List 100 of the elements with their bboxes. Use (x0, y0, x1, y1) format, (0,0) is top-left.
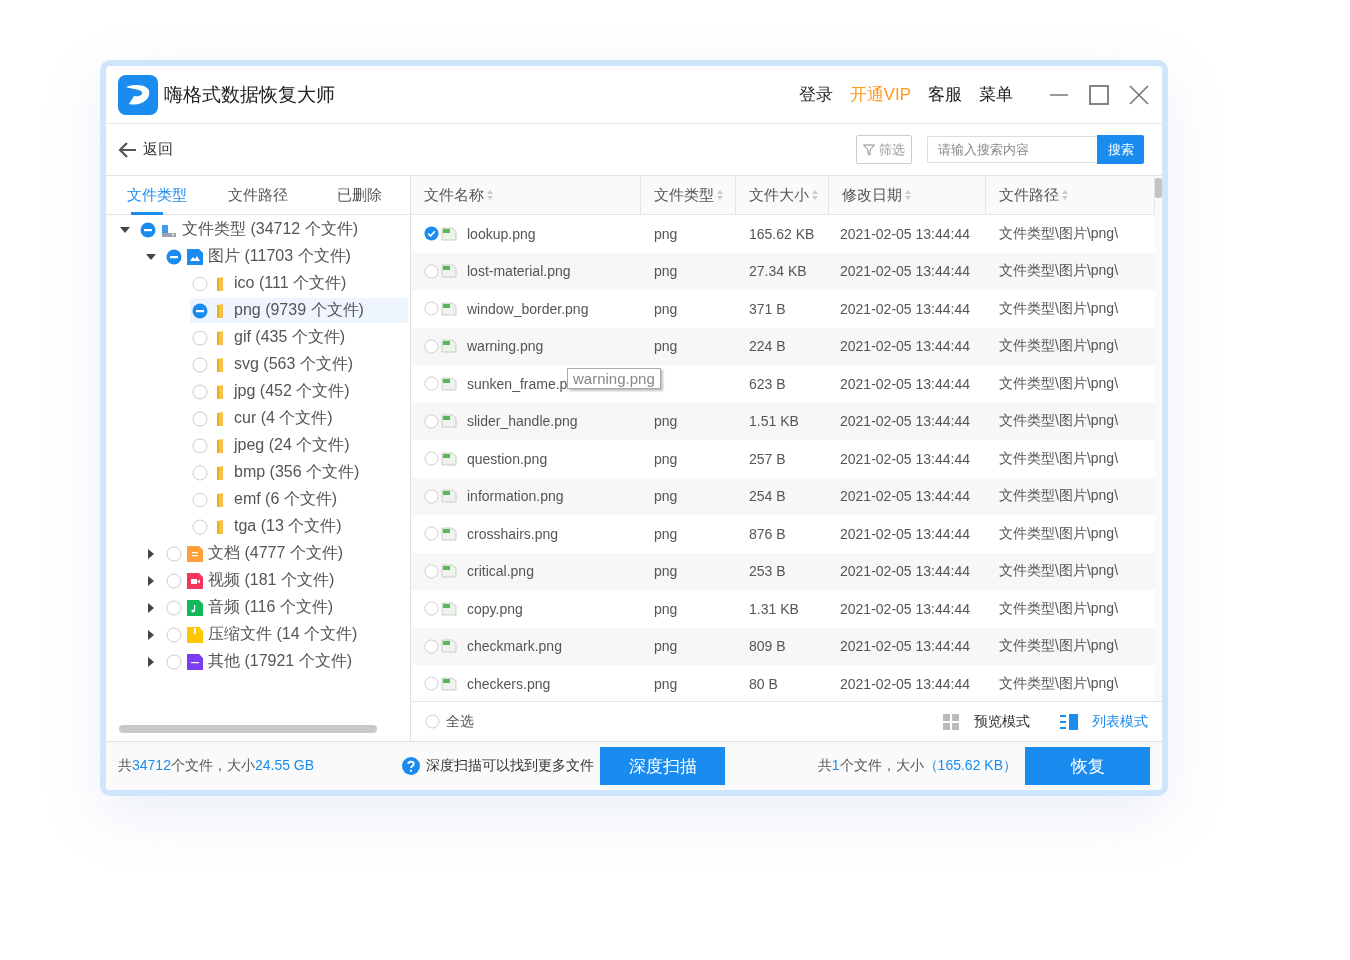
checkbox[interactable] (192, 491, 208, 508)
tree-item[interactable]: svg (563 个文件) (190, 352, 408, 377)
tree-item[interactable]: 文件类型 (34712 个文件) (138, 217, 408, 242)
checkbox[interactable] (192, 329, 208, 346)
checkbox[interactable] (424, 638, 439, 654)
tree-item[interactable]: png (9739 个文件) (190, 298, 408, 323)
checkbox[interactable] (424, 451, 439, 467)
menu-link[interactable]: 登录 (798, 83, 833, 106)
sort-icon[interactable] (487, 189, 493, 201)
expand-arrow-icon[interactable] (146, 548, 156, 559)
checkbox[interactable] (166, 545, 182, 562)
expand-arrow-icon[interactable] (146, 602, 156, 613)
checkbox[interactable] (424, 301, 439, 317)
sidebar-tab[interactable]: 已删除 (308, 176, 410, 214)
menu-link[interactable]: 菜单 (979, 83, 1013, 106)
sidebar-tab[interactable]: 文件路径 (207, 176, 309, 214)
checkbox[interactable] (424, 338, 439, 354)
scrollbar[interactable] (119, 725, 377, 733)
list-mode-button[interactable]: 列表模式 (1060, 712, 1148, 731)
collapse-arrow-icon[interactable] (120, 224, 130, 235)
checkbox[interactable] (424, 376, 439, 392)
checkbox[interactable] (166, 599, 182, 616)
file-name: lookup.png (467, 225, 536, 242)
sort-icon[interactable] (812, 189, 818, 201)
file-path: 文件类型\图片\png\ (999, 599, 1119, 618)
checkbox[interactable] (166, 572, 182, 589)
expand-arrow-icon[interactable] (146, 656, 156, 667)
expand-arrow-icon[interactable] (146, 575, 156, 586)
image-file-icon (441, 414, 457, 429)
checkbox[interactable] (192, 383, 208, 400)
file-name: sunken_frame.p (467, 375, 568, 392)
partial-checkbox[interactable] (192, 302, 208, 319)
checkbox[interactable] (192, 410, 208, 427)
tree-item[interactable]: 视频 (181 个文件) (164, 568, 408, 593)
other-file-icon (187, 653, 203, 670)
tree-item[interactable]: bmp (356 个文件) (190, 460, 408, 485)
tree-item[interactable]: ico (111 个文件) (190, 271, 408, 296)
file-size: 165.62 KB (749, 225, 815, 242)
image-file-icon (441, 601, 457, 616)
select-all-checkbox[interactable]: 全选 (425, 712, 474, 731)
tree-item[interactable]: gif (435 个文件) (190, 325, 408, 350)
tree-item[interactable]: jpeg (24 个文件) (190, 433, 408, 458)
preview-mode-button[interactable]: 预览模式 (942, 712, 1030, 731)
file-size: 224 B (749, 338, 786, 355)
tree-item[interactable]: jpg (452 个文件) (190, 379, 408, 404)
help-icon (402, 757, 421, 775)
sort-icon[interactable] (905, 189, 911, 201)
expand-arrow-icon[interactable] (146, 629, 156, 640)
tree-item[interactable]: 压缩文件 (14 个文件) (164, 622, 408, 647)
checkbox[interactable] (192, 275, 208, 292)
column-header[interactable]: 文件类型 (641, 176, 736, 214)
partial-checkbox[interactable] (140, 221, 156, 238)
image-file-icon (441, 339, 457, 354)
checkbox[interactable] (424, 526, 439, 542)
tree-item[interactable]: 音频 (116 个文件) (164, 595, 408, 620)
checkbox[interactable] (424, 413, 439, 429)
file-size: 371 B (749, 300, 786, 317)
maximize-icon[interactable] (1088, 83, 1110, 106)
file-size: 1.51 KB (749, 413, 799, 430)
sort-icon[interactable] (717, 189, 723, 201)
file-size: 253 B (749, 563, 786, 580)
checkbox[interactable] (424, 563, 439, 579)
column-header[interactable]: 文件名称 (411, 176, 641, 214)
checkbox[interactable] (166, 626, 182, 643)
sidebar-tab[interactable]: 文件类型 (106, 176, 208, 214)
checkbox[interactable] (424, 488, 439, 504)
tree-item[interactable]: tga (13 个文件) (190, 514, 408, 539)
scrollbar[interactable] (1155, 178, 1162, 198)
checkbox[interactable] (192, 437, 208, 454)
column-header[interactable]: 修改日期 (829, 176, 986, 214)
checkbox[interactable] (424, 263, 439, 279)
collapse-arrow-icon[interactable] (146, 251, 156, 262)
tree-item[interactable]: 文档 (4777 个文件) (164, 541, 408, 566)
tree-item[interactable]: emf (6 个文件) (190, 487, 408, 512)
menu-link[interactable]: 客服 (928, 83, 962, 106)
file-name: crosshairs.png (467, 525, 559, 542)
file-name: lost-material.png (467, 263, 571, 280)
file-type: png (654, 300, 678, 317)
modified-date: 2021-02-05 13:44:44 (840, 488, 970, 505)
file-path: 文件类型\图片\png\ (999, 262, 1119, 281)
file-name: information.png (467, 488, 564, 505)
checkbox[interactable] (192, 356, 208, 373)
tree-item[interactable]: 其他 (17921 个文件) (164, 649, 408, 674)
partial-checkbox[interactable] (166, 248, 182, 265)
checkbox[interactable] (192, 464, 208, 481)
checkbox[interactable] (425, 714, 440, 729)
file-path: 文件类型\图片\png\ (999, 637, 1119, 656)
close-icon[interactable] (1128, 83, 1150, 106)
checkbox[interactable] (424, 676, 439, 692)
checkbox[interactable] (192, 518, 208, 535)
file-path: 文件类型\图片\png\ (999, 412, 1119, 431)
search-field[interactable]: 请输入搜索内容 (927, 136, 1097, 163)
sort-icon[interactable] (1062, 189, 1068, 201)
checkbox[interactable] (166, 653, 182, 670)
back-button[interactable]: 返回 (118, 140, 173, 159)
checked-checkbox[interactable] (424, 226, 439, 242)
tree-item[interactable]: cur (4 个文件) (190, 406, 408, 431)
checkbox[interactable] (424, 601, 439, 617)
tree-item[interactable]: 图片 (11703 个文件) (164, 244, 408, 269)
column-header[interactable]: 文件大小 (736, 176, 829, 214)
